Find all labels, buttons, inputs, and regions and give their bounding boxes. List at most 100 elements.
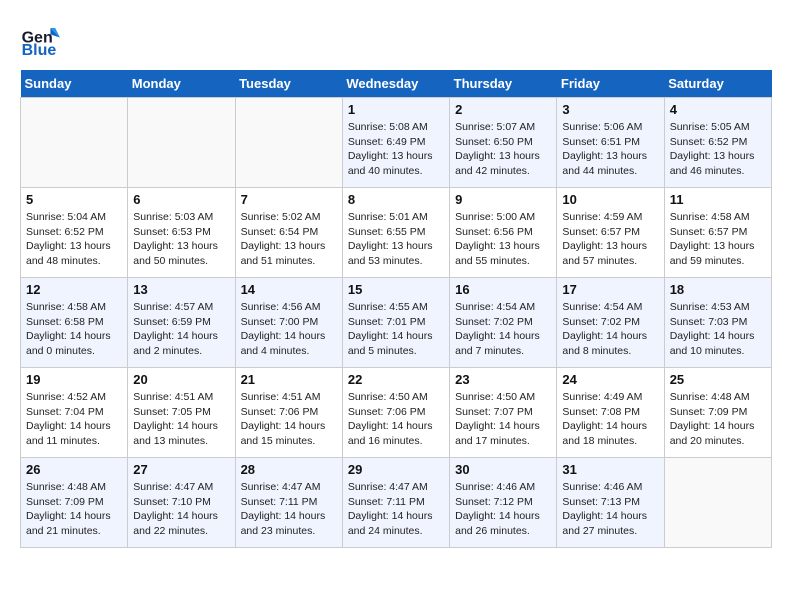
day-info: Sunrise: 4:58 AM Sunset: 6:57 PM Dayligh… — [670, 210, 766, 269]
day-number: 24 — [562, 372, 658, 387]
day-info: Sunrise: 5:08 AM Sunset: 6:49 PM Dayligh… — [348, 120, 444, 179]
day-info: Sunrise: 4:50 AM Sunset: 7:07 PM Dayligh… — [455, 390, 551, 449]
weekday-header-wednesday: Wednesday — [342, 70, 449, 98]
calendar-cell: 28 Sunrise: 4:47 AM Sunset: 7:11 PM Dayli… — [235, 458, 342, 548]
day-number: 11 — [670, 192, 766, 207]
day-number: 4 — [670, 102, 766, 117]
day-number: 7 — [241, 192, 337, 207]
day-number: 15 — [348, 282, 444, 297]
calendar-cell: 10 Sunrise: 4:59 AM Sunset: 6:57 PM Dayli… — [557, 188, 664, 278]
calendar-cell: 2 Sunrise: 5:07 AM Sunset: 6:50 PM Daylig… — [450, 98, 557, 188]
page-header: Gen Blue — [20, 20, 772, 60]
svg-text:Blue: Blue — [22, 42, 57, 59]
weekday-header-saturday: Saturday — [664, 70, 771, 98]
day-info: Sunrise: 4:47 AM Sunset: 7:10 PM Dayligh… — [133, 480, 229, 539]
day-info: Sunrise: 5:01 AM Sunset: 6:55 PM Dayligh… — [348, 210, 444, 269]
day-info: Sunrise: 4:57 AM Sunset: 6:59 PM Dayligh… — [133, 300, 229, 359]
day-number: 19 — [26, 372, 122, 387]
day-number: 26 — [26, 462, 122, 477]
day-number: 8 — [348, 192, 444, 207]
day-number: 14 — [241, 282, 337, 297]
day-number: 20 — [133, 372, 229, 387]
day-info: Sunrise: 4:47 AM Sunset: 7:11 PM Dayligh… — [348, 480, 444, 539]
weekday-header-friday: Friday — [557, 70, 664, 98]
day-info: Sunrise: 4:54 AM Sunset: 7:02 PM Dayligh… — [562, 300, 658, 359]
calendar-week-5: 26Sunrise: 4:48 AM Sunset: 7:09 PM Dayli… — [21, 458, 772, 548]
calendar-cell — [128, 98, 235, 188]
day-info: Sunrise: 4:53 AM Sunset: 7:03 PM Dayligh… — [670, 300, 766, 359]
calendar-cell: 13 Sunrise: 4:57 AM Sunset: 6:59 PM Dayli… — [128, 278, 235, 368]
day-info: Sunrise: 4:52 AM Sunset: 7:04 PM Dayligh… — [26, 390, 122, 449]
day-number: 21 — [241, 372, 337, 387]
day-info: Sunrise: 4:46 AM Sunset: 7:13 PM Dayligh… — [562, 480, 658, 539]
calendar-cell — [21, 98, 128, 188]
calendar-cell: 12Sunrise: 4:58 AM Sunset: 6:58 PM Dayli… — [21, 278, 128, 368]
calendar-cell: 3Sunrise: 5:06 AM Sunset: 6:51 PM Daylig… — [557, 98, 664, 188]
calendar-cell: 22 Sunrise: 4:50 AM Sunset: 7:06 PM Dayli… — [342, 368, 449, 458]
day-number: 27 — [133, 462, 229, 477]
calendar-cell: 18 Sunrise: 4:53 AM Sunset: 7:03 PM Dayli… — [664, 278, 771, 368]
calendar-cell: 15 Sunrise: 4:55 AM Sunset: 7:01 PM Dayli… — [342, 278, 449, 368]
day-number: 30 — [455, 462, 551, 477]
day-info: Sunrise: 4:50 AM Sunset: 7:06 PM Dayligh… — [348, 390, 444, 449]
calendar-week-3: 12Sunrise: 4:58 AM Sunset: 6:58 PM Dayli… — [21, 278, 772, 368]
day-number: 13 — [133, 282, 229, 297]
day-info: Sunrise: 5:07 AM Sunset: 6:50 PM Dayligh… — [455, 120, 551, 179]
calendar-week-1: 1 Sunrise: 5:08 AM Sunset: 6:49 PM Daylig… — [21, 98, 772, 188]
calendar-cell: 20Sunrise: 4:51 AM Sunset: 7:05 PM Dayli… — [128, 368, 235, 458]
day-info: Sunrise: 4:56 AM Sunset: 7:00 PM Dayligh… — [241, 300, 337, 359]
day-info: Sunrise: 5:04 AM Sunset: 6:52 PM Dayligh… — [26, 210, 122, 269]
day-number: 17 — [562, 282, 658, 297]
calendar-cell: 26Sunrise: 4:48 AM Sunset: 7:09 PM Dayli… — [21, 458, 128, 548]
day-number: 28 — [241, 462, 337, 477]
day-number: 18 — [670, 282, 766, 297]
calendar-cell: 11 Sunrise: 4:58 AM Sunset: 6:57 PM Dayli… — [664, 188, 771, 278]
day-number: 23 — [455, 372, 551, 387]
calendar-cell: 23 Sunrise: 4:50 AM Sunset: 7:07 PM Dayli… — [450, 368, 557, 458]
day-info: Sunrise: 4:49 AM Sunset: 7:08 PM Dayligh… — [562, 390, 658, 449]
day-number: 25 — [670, 372, 766, 387]
day-number: 16 — [455, 282, 551, 297]
day-number: 5 — [26, 192, 122, 207]
calendar-table: SundayMondayTuesdayWednesdayThursdayFrid… — [20, 70, 772, 548]
day-number: 12 — [26, 282, 122, 297]
calendar-cell: 29Sunrise: 4:47 AM Sunset: 7:11 PM Dayli… — [342, 458, 449, 548]
calendar-cell: 7 Sunrise: 5:02 AM Sunset: 6:54 PM Daylig… — [235, 188, 342, 278]
weekday-header-row: SundayMondayTuesdayWednesdayThursdayFrid… — [21, 70, 772, 98]
calendar-cell: 8 Sunrise: 5:01 AM Sunset: 6:55 PM Daylig… — [342, 188, 449, 278]
weekday-header-thursday: Thursday — [450, 70, 557, 98]
day-info: Sunrise: 5:06 AM Sunset: 6:51 PM Dayligh… — [562, 120, 658, 179]
calendar-cell: 21Sunrise: 4:51 AM Sunset: 7:06 PM Dayli… — [235, 368, 342, 458]
calendar-cell: 4 Sunrise: 5:05 AM Sunset: 6:52 PM Daylig… — [664, 98, 771, 188]
day-number: 10 — [562, 192, 658, 207]
calendar-cell: 1 Sunrise: 5:08 AM Sunset: 6:49 PM Daylig… — [342, 98, 449, 188]
day-info: Sunrise: 4:54 AM Sunset: 7:02 PM Dayligh… — [455, 300, 551, 359]
calendar-cell: 14 Sunrise: 4:56 AM Sunset: 7:00 PM Dayli… — [235, 278, 342, 368]
calendar-week-2: 5 Sunrise: 5:04 AM Sunset: 6:52 PM Daylig… — [21, 188, 772, 278]
calendar-cell: 31 Sunrise: 4:46 AM Sunset: 7:13 PM Dayli… — [557, 458, 664, 548]
calendar-cell: 25 Sunrise: 4:48 AM Sunset: 7:09 PM Dayli… — [664, 368, 771, 458]
calendar-cell — [235, 98, 342, 188]
day-info: Sunrise: 5:02 AM Sunset: 6:54 PM Dayligh… — [241, 210, 337, 269]
day-number: 9 — [455, 192, 551, 207]
weekday-header-sunday: Sunday — [21, 70, 128, 98]
calendar-cell: 27 Sunrise: 4:47 AM Sunset: 7:10 PM Dayli… — [128, 458, 235, 548]
calendar-cell: 24 Sunrise: 4:49 AM Sunset: 7:08 PM Dayli… — [557, 368, 664, 458]
day-number: 22 — [348, 372, 444, 387]
calendar-cell: 6Sunrise: 5:03 AM Sunset: 6:53 PM Daylig… — [128, 188, 235, 278]
day-info: Sunrise: 4:46 AM Sunset: 7:12 PM Dayligh… — [455, 480, 551, 539]
day-number: 2 — [455, 102, 551, 117]
day-number: 1 — [348, 102, 444, 117]
day-info: Sunrise: 5:05 AM Sunset: 6:52 PM Dayligh… — [670, 120, 766, 179]
calendar-cell: 17 Sunrise: 4:54 AM Sunset: 7:02 PM Dayli… — [557, 278, 664, 368]
day-info: Sunrise: 5:00 AM Sunset: 6:56 PM Dayligh… — [455, 210, 551, 269]
day-number: 31 — [562, 462, 658, 477]
calendar-cell: 30 Sunrise: 4:46 AM Sunset: 7:12 PM Dayli… — [450, 458, 557, 548]
day-info: Sunrise: 4:47 AM Sunset: 7:11 PM Dayligh… — [241, 480, 337, 539]
day-info: Sunrise: 4:48 AM Sunset: 7:09 PM Dayligh… — [670, 390, 766, 449]
day-info: Sunrise: 4:59 AM Sunset: 6:57 PM Dayligh… — [562, 210, 658, 269]
day-info: Sunrise: 4:55 AM Sunset: 7:01 PM Dayligh… — [348, 300, 444, 359]
calendar-cell: 5 Sunrise: 5:04 AM Sunset: 6:52 PM Daylig… — [21, 188, 128, 278]
calendar-cell — [664, 458, 771, 548]
weekday-header-monday: Monday — [128, 70, 235, 98]
